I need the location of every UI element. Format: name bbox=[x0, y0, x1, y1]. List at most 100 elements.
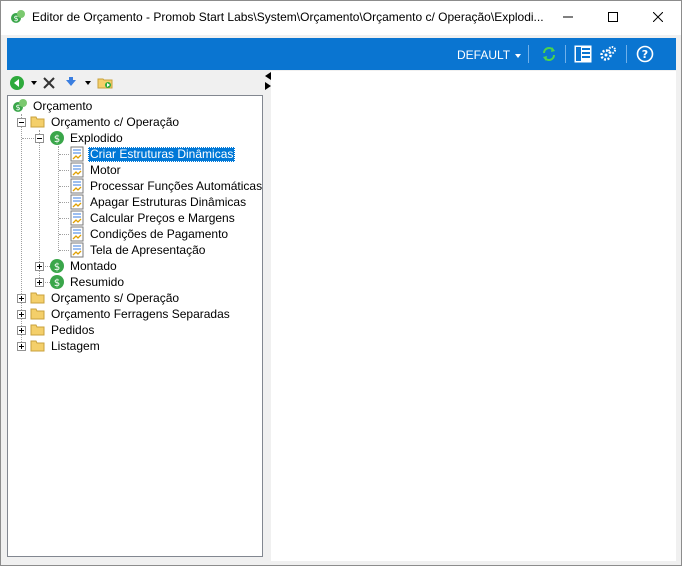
open-folder-icon bbox=[30, 116, 45, 128]
tree-node-step[interactable]: Apagar Estruturas Dinâmicas bbox=[69, 194, 248, 210]
script-icon bbox=[70, 210, 84, 226]
collapse-toggle[interactable] bbox=[17, 118, 26, 127]
title-bar: $ Editor de Orçamento - Promob Start Lab… bbox=[1, 1, 681, 35]
close-icon bbox=[653, 11, 663, 22]
help-icon: ? bbox=[636, 45, 654, 63]
script-icon bbox=[70, 178, 84, 194]
tree-node-label: Resumido bbox=[70, 274, 125, 289]
tree-node-label: Listagem bbox=[51, 338, 100, 353]
tree-node-step[interactable]: Motor bbox=[69, 162, 123, 178]
tree-node-label: Condições de Pagamento bbox=[90, 226, 229, 241]
tree-node-resumido[interactable]: $ Resumido bbox=[49, 274, 126, 290]
tree-node-label: Explodido bbox=[70, 130, 123, 145]
tree-connector bbox=[59, 170, 69, 171]
tree-connector bbox=[59, 234, 69, 235]
close-button[interactable] bbox=[635, 1, 681, 32]
tree-connector bbox=[59, 154, 69, 155]
tree-node-label: Orçamento bbox=[33, 98, 93, 113]
tree-node-step[interactable]: Processar Funções Automáticas bbox=[69, 178, 264, 194]
move-down-icon bbox=[66, 77, 76, 86]
tree-connector bbox=[59, 218, 69, 219]
svg-text:$: $ bbox=[54, 278, 60, 289]
chevron-down-icon bbox=[515, 53, 522, 58]
script-icon bbox=[70, 146, 84, 162]
tree-node-orcamento-com-operacao[interactable]: Orçamento c/ Operação bbox=[30, 114, 181, 130]
tree-node-label: Tela de Apresentação bbox=[90, 242, 206, 257]
delete-button[interactable] bbox=[42, 74, 56, 92]
refresh-icon bbox=[543, 47, 555, 61]
window-title: Editor de Orçamento - Promob Start Labs\… bbox=[32, 10, 544, 24]
tree-node-ferragens[interactable]: Orçamento Ferragens Separadas bbox=[30, 306, 232, 322]
script-icon bbox=[70, 162, 84, 178]
tree-node-label: Calcular Preços e Margens bbox=[90, 210, 235, 225]
tree-toolbar bbox=[7, 72, 263, 94]
app-icon: $ bbox=[11, 10, 25, 23]
chevron-down-icon bbox=[85, 81, 91, 85]
toolbar-separator bbox=[565, 45, 566, 63]
panel-layout-icon bbox=[574, 45, 592, 63]
tree-connector bbox=[59, 186, 69, 187]
svg-text:$: $ bbox=[54, 262, 60, 273]
tree-node-step[interactable]: Tela de Apresentação bbox=[69, 242, 207, 258]
tree-node-label: Montado bbox=[70, 258, 117, 273]
expand-toggle[interactable] bbox=[17, 342, 26, 351]
add-button[interactable] bbox=[9, 74, 37, 92]
tree-node-orcamento[interactable]: $ Orçamento bbox=[12, 98, 94, 114]
tree-connector bbox=[22, 138, 36, 139]
open-folder-icon bbox=[97, 78, 113, 89]
profile-dropdown[interactable]: DEFAULT bbox=[457, 48, 522, 62]
tree-node-listagem[interactable]: Listagem bbox=[30, 338, 102, 354]
tree-node-label: Apagar Estruturas Dinâmicas bbox=[90, 194, 247, 209]
refresh-button[interactable] bbox=[539, 44, 559, 64]
expand-toggle[interactable] bbox=[35, 262, 44, 271]
tree-connector bbox=[58, 146, 59, 252]
tree-node-montado[interactable]: $ Montado bbox=[49, 258, 119, 274]
tree-connector bbox=[59, 250, 69, 251]
tree-node-step[interactable]: Criar Estruturas Dinâmicas bbox=[69, 146, 236, 162]
tree-connector bbox=[59, 202, 69, 203]
folder-icon bbox=[30, 340, 45, 352]
panel-layout-button[interactable] bbox=[573, 44, 593, 64]
delete-icon bbox=[43, 77, 55, 89]
maximize-icon bbox=[608, 11, 618, 22]
profile-label: DEFAULT bbox=[457, 48, 511, 62]
folder-icon bbox=[30, 292, 45, 304]
chevron-down-icon bbox=[31, 81, 37, 85]
tree-node-pedidos[interactable]: Pedidos bbox=[30, 322, 96, 338]
toolbar-separator bbox=[626, 45, 627, 63]
tree-node-label: Orçamento s/ Operação bbox=[51, 290, 180, 305]
collapse-toggle[interactable] bbox=[35, 134, 44, 143]
folder-icon bbox=[30, 324, 45, 336]
tree-node-step[interactable]: Calcular Preços e Margens bbox=[69, 210, 237, 226]
expand-toggle[interactable] bbox=[17, 326, 26, 335]
editor-window: $ Editor de Orçamento - Promob Start Lab… bbox=[0, 0, 682, 566]
tree-node-explodido[interactable]: $ Explodido bbox=[49, 130, 125, 146]
svg-text:?: ? bbox=[642, 48, 648, 61]
tree-view[interactable]: $ Orçamento Orçamento c/ Operação $ Expl… bbox=[7, 95, 263, 557]
tree-node-label: Processar Funções Automáticas bbox=[90, 178, 263, 193]
expand-toggle[interactable] bbox=[17, 294, 26, 303]
minimize-icon bbox=[563, 16, 573, 17]
tree-node-label: Motor bbox=[90, 162, 121, 177]
move-down-button[interactable] bbox=[63, 74, 91, 92]
tree-node-step[interactable]: Condições de Pagamento bbox=[69, 226, 230, 242]
script-icon bbox=[70, 194, 84, 210]
toolbar-separator bbox=[528, 45, 529, 63]
tree-node-label: Orçamento Ferragens Separadas bbox=[51, 306, 230, 321]
tree-node-label: Orçamento c/ Operação bbox=[51, 114, 180, 129]
expand-toggle[interactable] bbox=[35, 278, 44, 287]
help-button[interactable]: ? bbox=[635, 44, 655, 64]
money-icon: $ bbox=[50, 259, 64, 273]
svg-text:$: $ bbox=[54, 134, 60, 145]
maximize-button[interactable] bbox=[590, 1, 636, 32]
svg-text:$: $ bbox=[13, 14, 18, 23]
tree-node-orcamento-sem-operacao[interactable]: Orçamento s/ Operação bbox=[30, 290, 181, 306]
settings-button[interactable] bbox=[598, 44, 618, 64]
expand-toggle[interactable] bbox=[17, 310, 26, 319]
settings-gears-icon bbox=[600, 46, 616, 61]
minimize-button[interactable] bbox=[545, 1, 591, 32]
content-panel bbox=[271, 71, 676, 561]
money-icon: $ bbox=[50, 275, 64, 289]
open-folder-button[interactable] bbox=[97, 74, 114, 92]
add-icon bbox=[10, 76, 24, 90]
